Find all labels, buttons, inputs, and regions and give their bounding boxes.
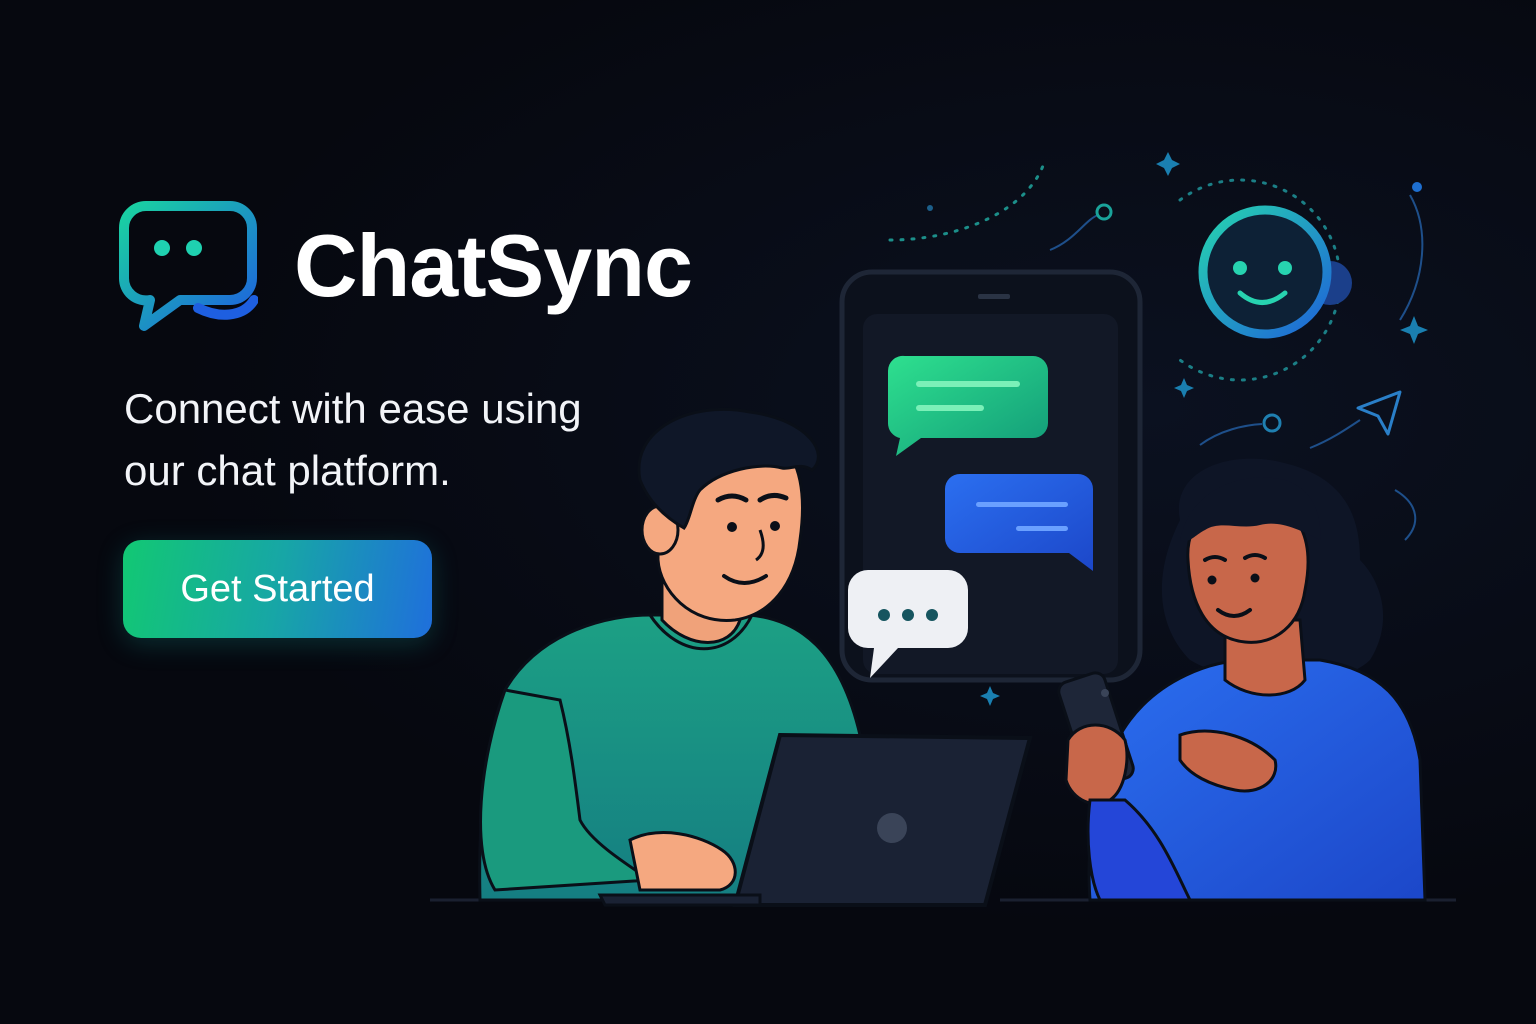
node-dot xyxy=(1095,203,1113,221)
chat-bubble-icon xyxy=(119,201,258,331)
brand-title: ChatSync xyxy=(294,216,693,315)
tagline: Connect with ease using our chat platfor… xyxy=(124,385,582,494)
woman-illustration xyxy=(1057,458,1427,902)
node-dot xyxy=(1262,413,1282,433)
sparkle-icon xyxy=(980,152,1428,706)
smiley-bot-icon xyxy=(1198,205,1352,339)
brand-header: ChatSync xyxy=(118,200,693,332)
landing-page: ChatSync Connect with ease using our cha… xyxy=(0,0,1536,1024)
hero-illustration xyxy=(430,152,1456,907)
decor-curves xyxy=(1049,194,1424,541)
get-started-button[interactable]: Get Started xyxy=(123,540,432,638)
phone-illustration xyxy=(839,269,1143,683)
laptop-illustration xyxy=(597,732,1033,907)
decor-lines xyxy=(888,158,1342,382)
send-arrow-icon xyxy=(1356,390,1402,436)
typing-bubble-icon xyxy=(848,570,968,678)
